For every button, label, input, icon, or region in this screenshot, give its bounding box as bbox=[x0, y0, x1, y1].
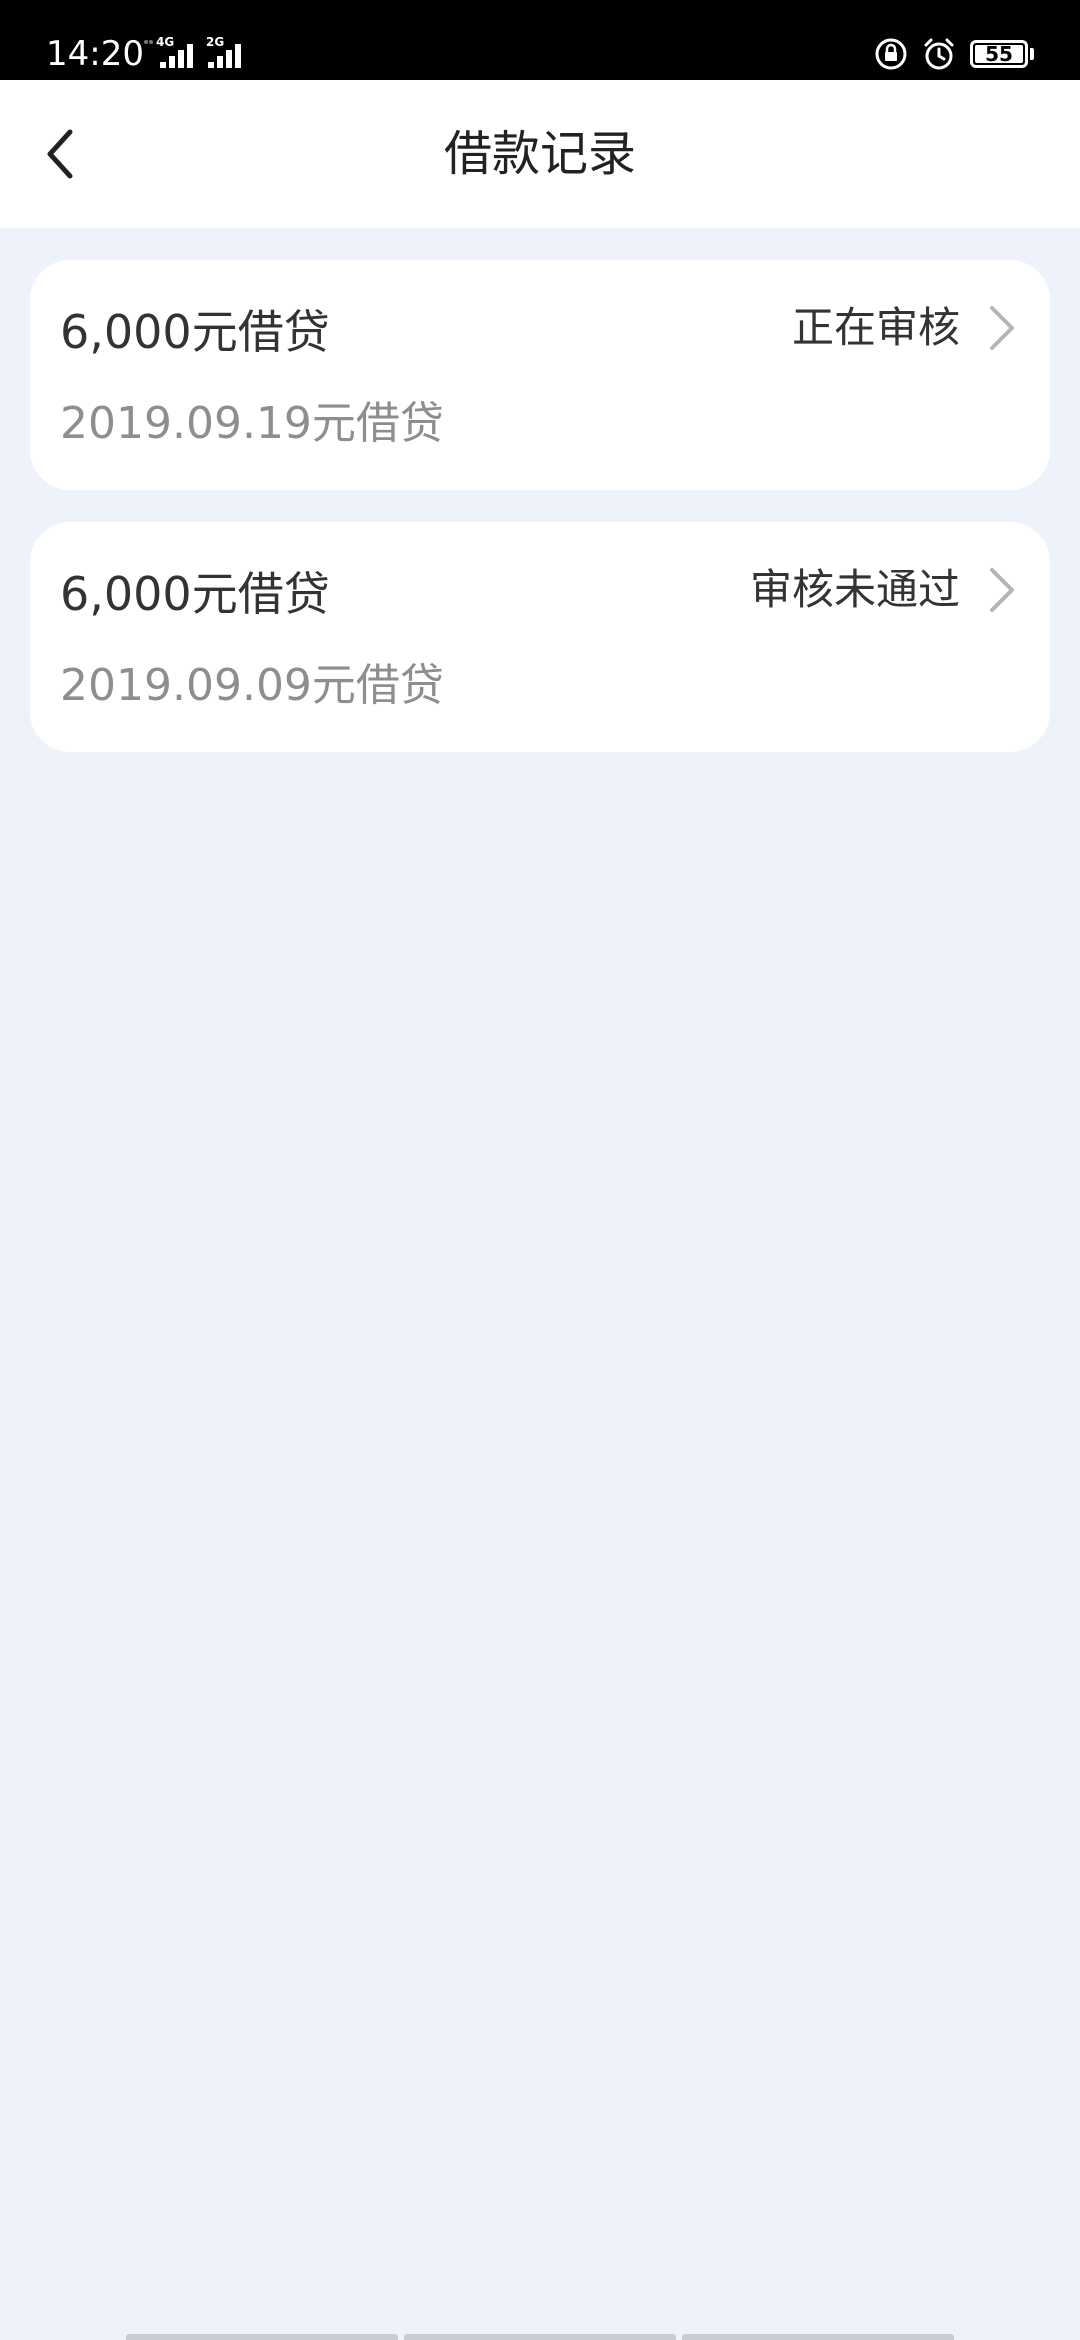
signal-2g-icon: 2G bbox=[206, 35, 241, 68]
loan-record-item[interactable]: 6,000元借贷 2019.09.09元借贷 审核未通过 bbox=[30, 522, 1050, 752]
network-2-label: 2G bbox=[206, 35, 224, 49]
loan-date: 2019.09.09元借贷 bbox=[60, 660, 444, 711]
loan-status: 审核未通过 bbox=[749, 565, 960, 614]
battery-body: 55 bbox=[970, 40, 1028, 68]
battery-icon: 55 bbox=[970, 40, 1034, 68]
app-screen: 14:20 4G 2G 55 借款记录 6,000元借贷 2019.09.19元… bbox=[0, 0, 1080, 2340]
loan-amount: 6,000元借贷 bbox=[60, 567, 330, 621]
alarm-icon bbox=[924, 38, 954, 70]
loan-date: 2019.09.19元借贷 bbox=[60, 398, 444, 449]
status-time: 14:20 bbox=[46, 34, 144, 74]
gesture-bar[interactable] bbox=[126, 2334, 954, 2340]
signal-4g-icon: 4G bbox=[144, 35, 193, 68]
battery-level: 55 bbox=[985, 42, 1013, 66]
lock-rotation-icon bbox=[875, 38, 907, 70]
page-title: 借款记录 bbox=[443, 126, 636, 182]
status-bar: 14:20 4G 2G 55 bbox=[0, 0, 1080, 80]
chevron-right-icon bbox=[990, 568, 1014, 612]
loan-status: 正在审核 bbox=[791, 303, 960, 352]
status-right-icons: 55 bbox=[874, 34, 1034, 74]
app-header: 借款记录 bbox=[0, 80, 1080, 228]
network-1-label: 4G bbox=[156, 35, 174, 49]
loan-amount: 6,000元借贷 bbox=[60, 305, 330, 359]
loan-record-item[interactable]: 6,000元借贷 2019.09.19元借贷 正在审核 bbox=[30, 260, 1050, 490]
chevron-right-icon bbox=[990, 306, 1014, 350]
loan-record-list: 6,000元借贷 2019.09.19元借贷 正在审核 6,000元借贷 201… bbox=[30, 260, 1050, 784]
